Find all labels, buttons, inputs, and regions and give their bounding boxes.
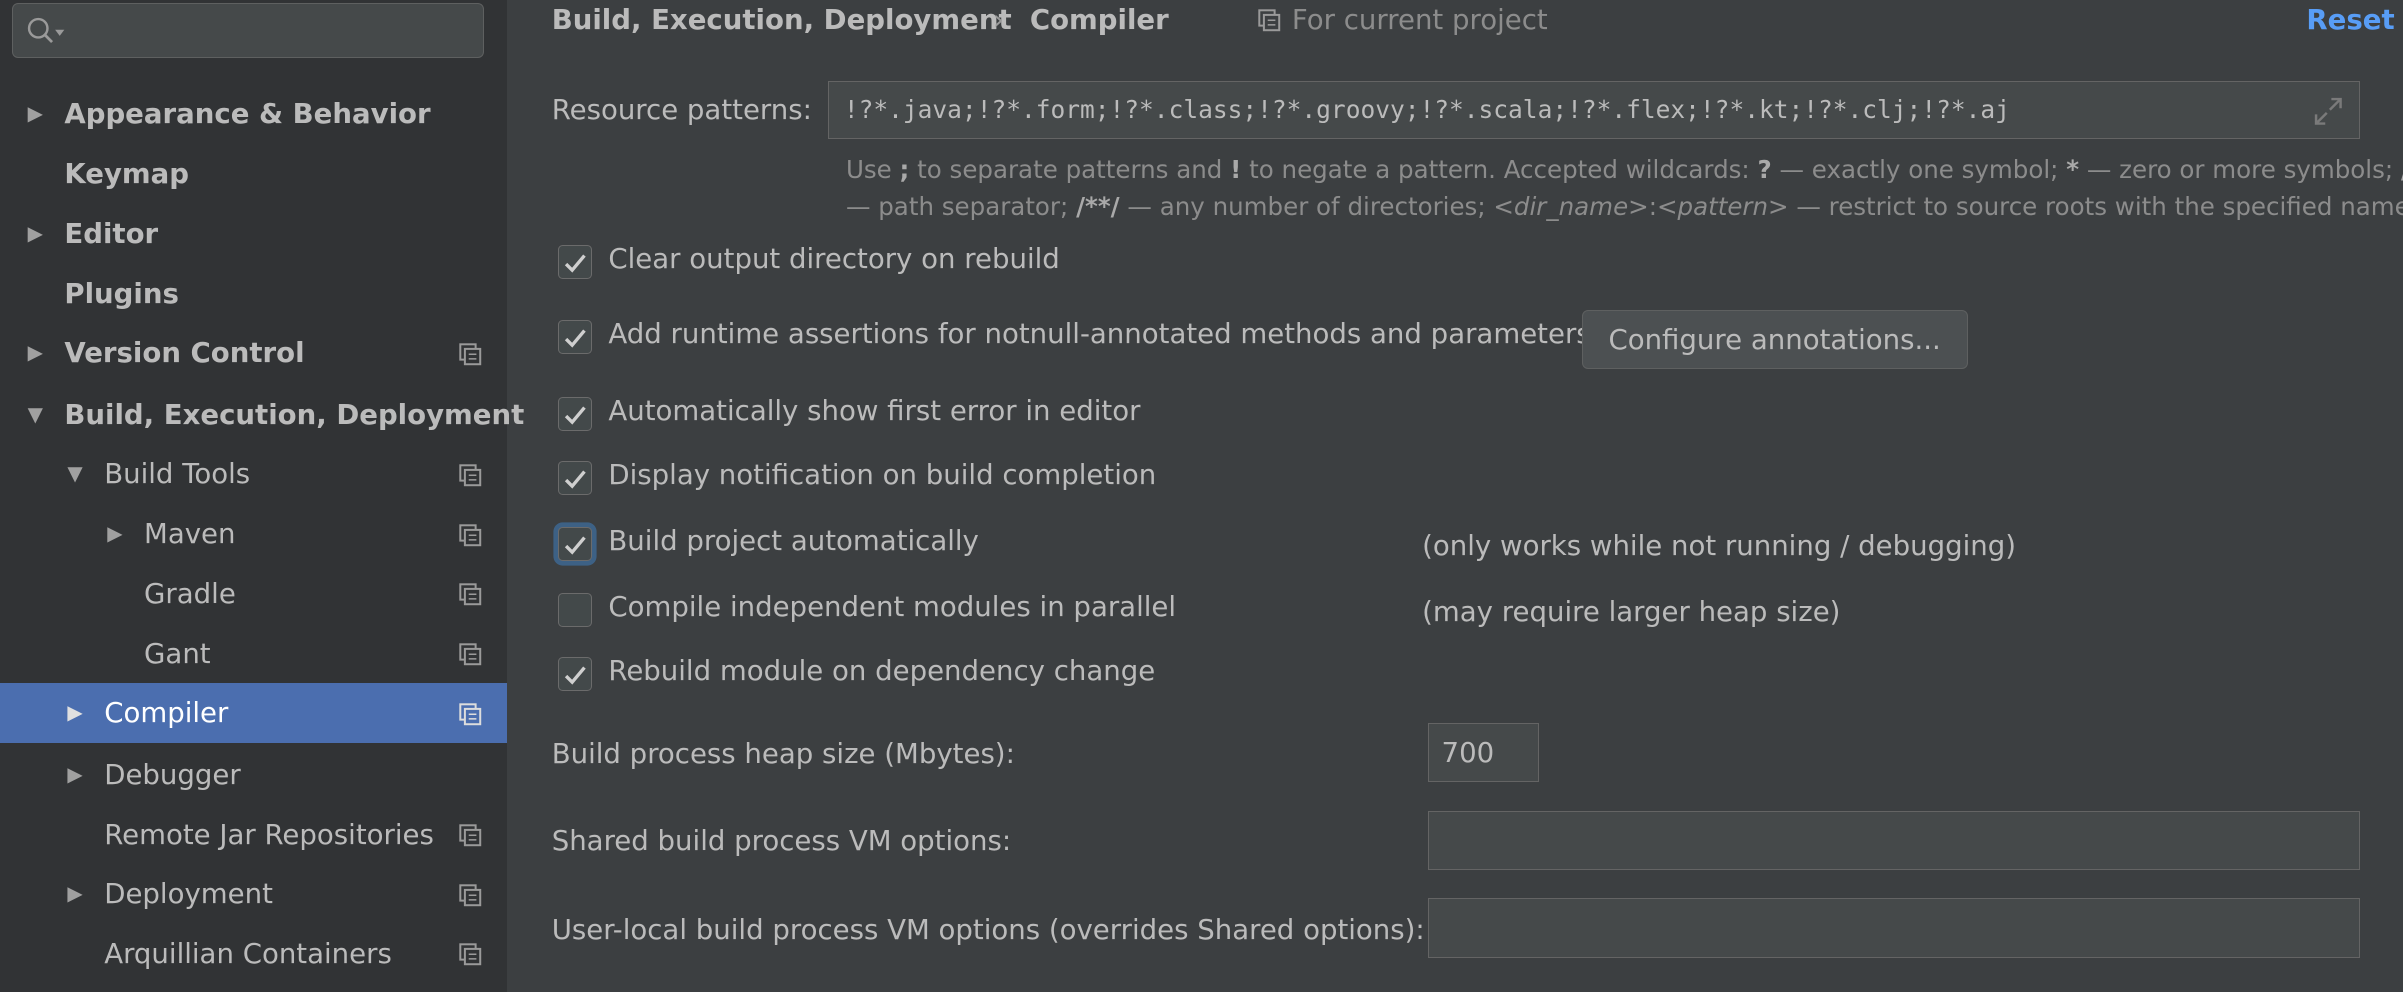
sidebar-item-label: Version Control: [64, 336, 305, 370]
sidebar-item-label: Keymap: [64, 157, 190, 191]
compile-parallel-checkbox[interactable]: [557, 593, 592, 627]
checkmark-icon: [565, 666, 587, 685]
option-label: Clear output directory on rebuild: [608, 242, 1060, 276]
checkmark-icon: [565, 406, 587, 425]
heap-size-label: Build process heap size (Mbytes):: [551, 737, 1015, 771]
sidebar-item-arquillian-containers[interactable]: Arquillian Containers: [0, 924, 507, 984]
option-label: Compile independent modules in parallel: [608, 590, 1177, 623]
settings-search-field[interactable]: [12, 3, 485, 59]
sidebar-item-version-control[interactable]: ▶ Version Control: [0, 323, 507, 383]
project-scope-icon: [459, 464, 482, 487]
checkmark-icon: [565, 254, 587, 273]
resource-patterns-hint-line-2: — path separator; /**/ — any number of d…: [845, 191, 2403, 221]
shared-vm-options-input[interactable]: [1428, 810, 2361, 871]
expand-arrow-icon[interactable]: ▶: [28, 204, 43, 264]
resource-patterns-hint-line-1: Use ; to separate patterns and ! to nega…: [845, 154, 2403, 184]
expand-arrow-icon[interactable]: ▶: [28, 84, 43, 144]
resource-patterns-value: !?*.java;!?*.form;!?*.class;!?*.groovy;!…: [843, 95, 2010, 125]
expand-arrow-icon[interactable]: ▶: [67, 683, 82, 743]
sidebar-item-gradle[interactable]: Gradle: [0, 564, 507, 624]
option-label: Build project automatically: [608, 524, 979, 558]
collapse-arrow-icon[interactable]: ▼: [28, 385, 43, 445]
sidebar-item-build-tools[interactable]: ▼ Build Tools: [0, 444, 507, 504]
resource-patterns-input[interactable]: !?*.java;!?*.form;!?*.class;!?*.groovy;!…: [827, 81, 2361, 140]
sidebar-item-appearance-behavior[interactable]: ▶ Appearance & Behavior: [0, 84, 507, 144]
project-scope-icon: [459, 643, 482, 666]
sidebar-item-label: Plugins: [64, 276, 179, 310]
checkmark-icon: [565, 470, 587, 489]
sidebar-item-build-execution-deployment[interactable]: ▼ Build, Execution, Deployment: [0, 385, 525, 445]
sidebar-item-label: Gradle: [144, 576, 236, 610]
user-local-vm-options-label: User-local build process VM options (ove…: [551, 913, 1425, 947]
sidebar-item-label: Remote Jar Repositories: [104, 817, 434, 851]
sidebar-item-label: Compiler: [104, 696, 229, 730]
sidebar-item-remote-jar-repositories[interactable]: Remote Jar Repositories: [0, 805, 507, 865]
runtime-assertions-checkbox[interactable]: [557, 320, 592, 354]
compile-parallel-note: (may require larger heap size): [1422, 594, 1841, 628]
sidebar-item-gant[interactable]: Gant: [0, 624, 507, 684]
collapse-arrow-icon[interactable]: ▼: [67, 444, 82, 504]
sidebar-item-label: Build Tools: [104, 457, 251, 491]
option-label: Automatically show first error in editor: [608, 393, 1141, 427]
sidebar-item-keymap[interactable]: Keymap: [0, 144, 507, 204]
sidebar-item-label: Build, Execution, Deployment: [64, 397, 525, 431]
resource-patterns-label: Resource patterns:: [551, 93, 812, 127]
expand-icon[interactable]: [2313, 96, 2344, 127]
sidebar-item-debugger[interactable]: ▶ Debugger: [0, 745, 507, 805]
configure-annotations-button[interactable]: Configure annotations...: [1581, 309, 1968, 370]
expand-arrow-icon[interactable]: ▶: [67, 745, 82, 805]
shared-vm-options-label: Shared build process VM options:: [551, 824, 1012, 858]
reset-link[interactable]: Reset: [2306, 0, 2394, 40]
sidebar-item-label: Deployment: [104, 877, 273, 911]
project-scope-icon: [459, 943, 482, 966]
user-local-vm-options-input[interactable]: [1428, 898, 2361, 958]
build-automatically-checkbox[interactable]: [557, 527, 592, 561]
option-label: Rebuild module on dependency change: [608, 654, 1156, 688]
sidebar-item-label: Arquillian Containers: [104, 937, 392, 971]
expand-arrow-icon[interactable]: ▶: [107, 504, 122, 564]
option-label: Add runtime assertions for notnull-annot…: [608, 317, 1591, 351]
build-automatically-note: (only works while not running / debuggin…: [1422, 528, 2017, 562]
project-scope-icon: [459, 824, 482, 847]
sidebar-item-label: Appearance & Behavior: [64, 97, 431, 131]
sidebar-item-editor[interactable]: ▶ Editor: [0, 204, 507, 264]
clear-output-checkbox[interactable]: [557, 245, 592, 279]
settings-window: ▶ Appearance & Behavior Keymap ▶ Editor …: [0, 0, 2403, 992]
show-first-error-checkbox[interactable]: [557, 396, 592, 431]
expand-arrow-icon[interactable]: ▶: [28, 323, 43, 383]
sidebar-item-label: Editor: [64, 216, 159, 250]
project-scope-icon: [459, 884, 482, 906]
sidebar-item-plugins[interactable]: Plugins: [0, 264, 507, 324]
scope-label: For current project: [1291, 3, 1548, 36]
option-label: Display notification on build completion: [608, 458, 1157, 492]
build-notification-checkbox[interactable]: [557, 461, 592, 495]
search-icon: [27, 18, 64, 44]
settings-sidebar: ▶ Appearance & Behavior Keymap ▶ Editor …: [0, 0, 525, 992]
checkmark-icon: [565, 536, 587, 555]
rebuild-on-dependency-checkbox[interactable]: [557, 657, 592, 692]
project-scope-icon: [1257, 8, 1280, 31]
sidebar-item-label: Gant: [144, 636, 211, 670]
project-scope-icon: [459, 703, 482, 726]
project-scope-icon: [459, 523, 482, 546]
breadcrumb-parent[interactable]: Build, Execution, Deployment: [552, 0, 1012, 40]
heap-size-input[interactable]: [1428, 723, 1539, 782]
page-title: Compiler: [1029, 3, 1169, 36]
breadcrumb-separator: ›: [993, 3, 1005, 36]
sidebar-item-compiler[interactable]: ▶ Compiler: [0, 683, 508, 744]
expand-arrow-icon[interactable]: ▶: [67, 864, 82, 924]
project-scope-icon: [459, 343, 482, 365]
sidebar-item-label: Maven: [144, 517, 236, 551]
sidebar-item-label: Debugger: [104, 757, 241, 791]
sidebar-item-deployment[interactable]: ▶ Deployment: [0, 864, 507, 924]
sidebar-item-maven[interactable]: ▶ Maven: [0, 504, 507, 564]
checkmark-icon: [565, 329, 587, 348]
project-scope-icon: [459, 583, 482, 606]
